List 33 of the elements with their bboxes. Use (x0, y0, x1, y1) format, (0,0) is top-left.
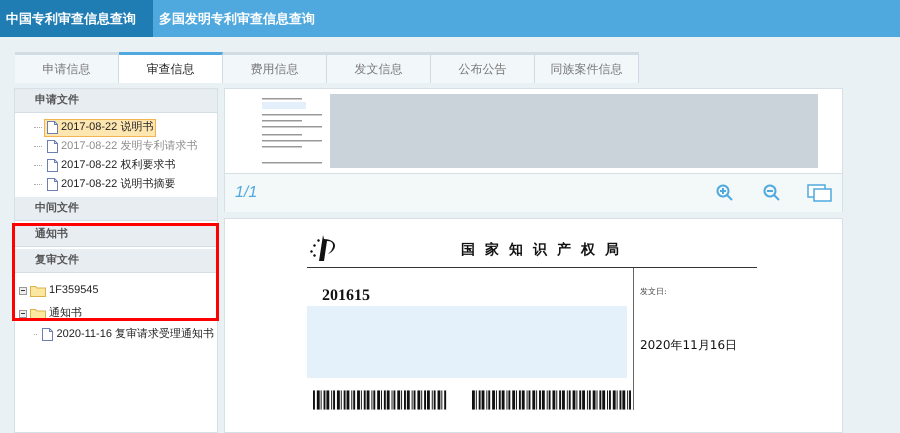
collapse-toggle[interactable] (19, 310, 27, 318)
section-header[interactable]: 中间文件 (15, 197, 217, 221)
tree-item[interactable]: 2017-08-22 说明书摘要 (44, 176, 178, 194)
document-icon (47, 159, 58, 172)
issue-date: 2020年11月16日 (640, 337, 738, 354)
document-icon (42, 328, 54, 341)
tab[interactable]: 同族案件信息 (535, 52, 639, 83)
collapse-toggle[interactable] (19, 286, 27, 294)
section-header[interactable]: 申请文件 (15, 89, 217, 113)
folder-icon (30, 308, 46, 320)
document-icon (47, 140, 58, 153)
tree-item[interactable]: 2017-08-22 权利要求书 (44, 156, 178, 174)
zoom-in-icon[interactable] (716, 184, 734, 202)
folder-icon (30, 284, 46, 296)
page-indicator: 1/1 (235, 183, 258, 203)
date-label: 发文日: (640, 286, 668, 298)
tree-item[interactable]: 通知书 (49, 305, 82, 322)
tab[interactable]: 公布公告 (431, 52, 535, 83)
tree-item[interactable]: 1F359545 (49, 282, 99, 299)
tree-item[interactable]: 2020-11-16 复审请求受理通知书 (39, 326, 217, 344)
office-name: 国家知识产权局 (461, 240, 629, 260)
zoom-out-icon[interactable] (763, 184, 781, 202)
tree-item[interactable]: 2017-08-22 说明书 (44, 118, 156, 136)
section-header[interactable]: 复审文件 (15, 249, 217, 273)
document-icon (47, 121, 58, 134)
nav-tab[interactable]: 中国专利审查信息查询 (0, 0, 153, 37)
tab[interactable]: 费用信息 (223, 52, 327, 83)
tab[interactable]: 审查信息 (119, 52, 223, 83)
document-icon (47, 178, 58, 191)
tab[interactable]: 发文信息 (327, 52, 431, 83)
document-code: 201615 (321, 286, 371, 304)
tab[interactable]: 申请信息 (15, 52, 119, 83)
windows-icon[interactable] (807, 184, 832, 202)
